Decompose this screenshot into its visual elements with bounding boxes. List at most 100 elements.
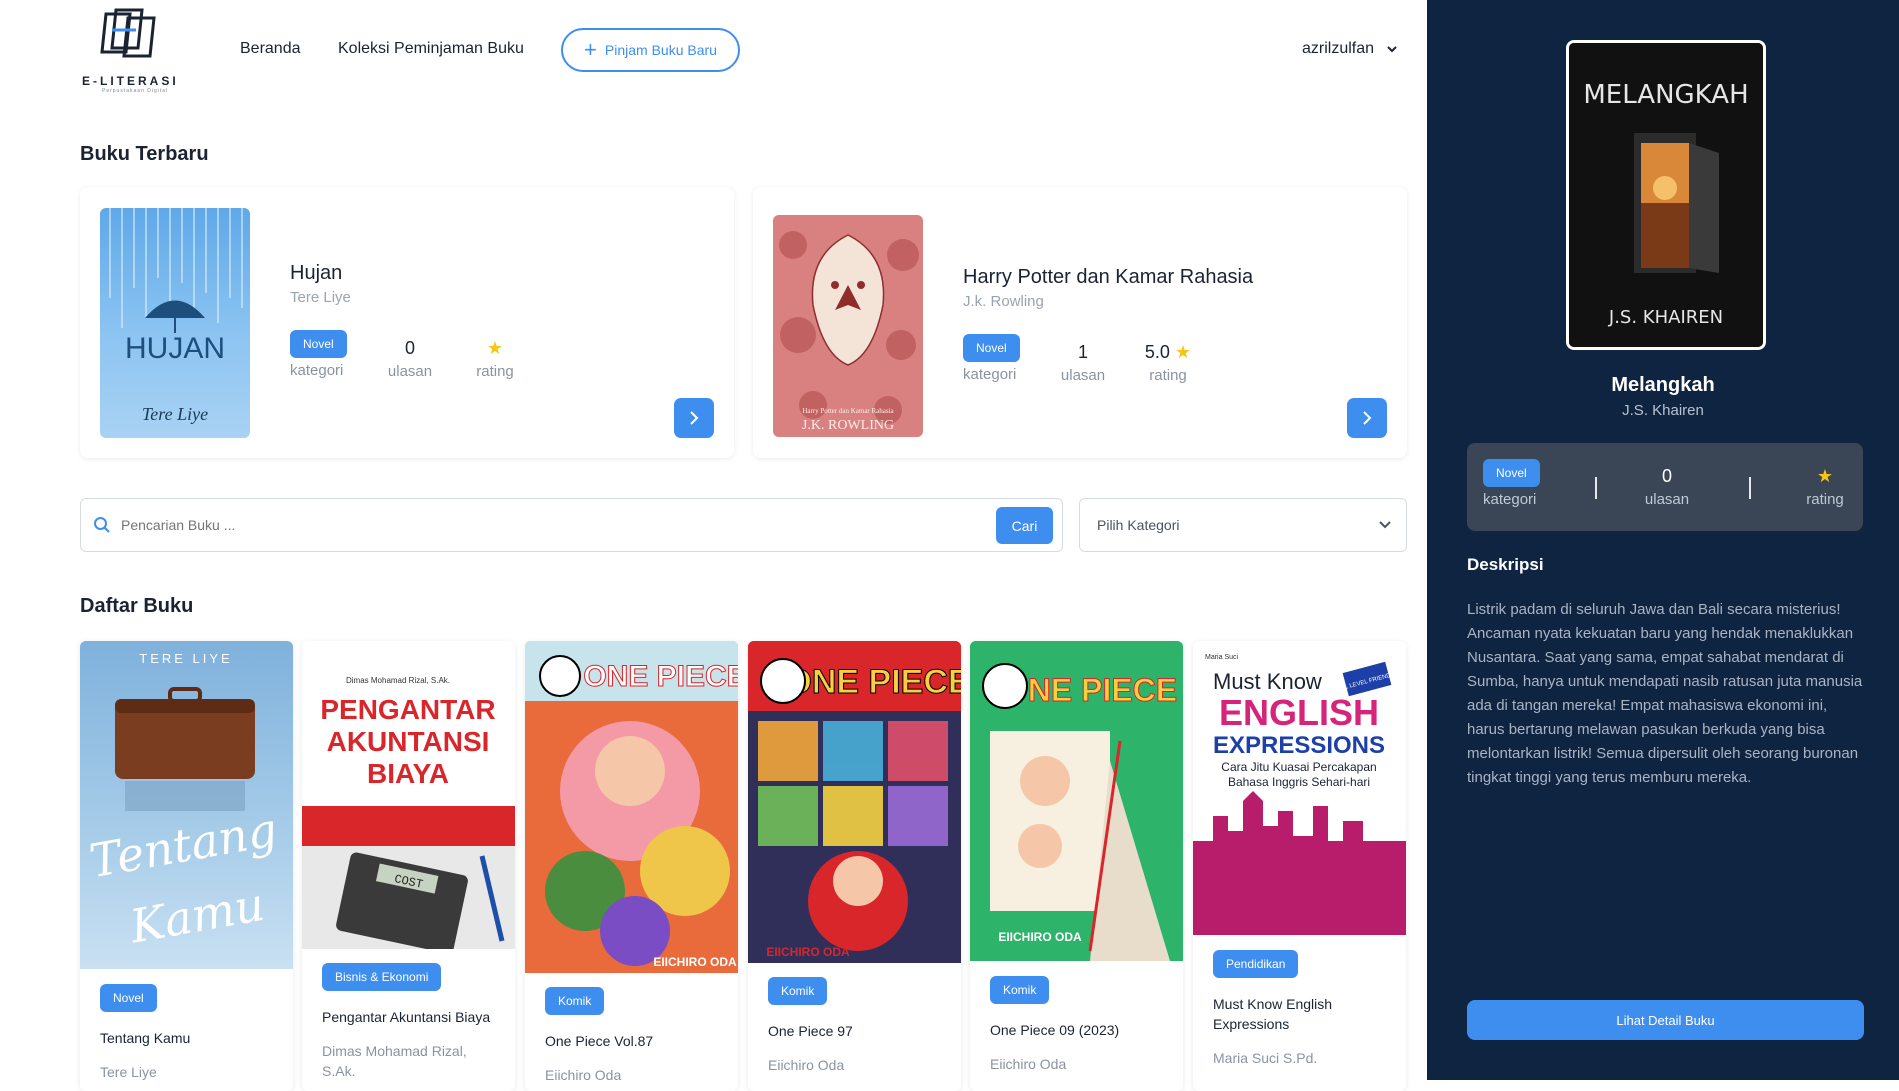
category-badge: Bisnis & Ekonomi <box>322 963 442 991</box>
book-info: Novel Tentang Kamu Tere Liye <box>100 984 280 1082</box>
category-stat: Novel kategori <box>963 334 1020 383</box>
nav-beranda[interactable]: Beranda <box>240 40 301 58</box>
reviews-stat: 1 ulasan <box>1058 339 1108 384</box>
tentang-kamu-cover-art: TERE LIYE Tentang Kamu <box>85 651 280 954</box>
main-content: E-LITERASI Perpustakaan Digital Beranda … <box>0 0 1427 1091</box>
tentang-cover-title1: Tentang <box>85 802 280 888</box>
chevron-down-icon <box>1387 46 1397 53</box>
detail-book-title: Melangkah <box>1611 374 1715 396</box>
book-card[interactable]: TERE LIYE Tentang Kamu Novel Tentang Kam… <box>80 641 293 1091</box>
book-cover: ONE PIECE EIICHIRO ODA <box>748 641 961 963</box>
detail-book-cover: MELANGKAH J.S. KHAIREN <box>1566 40 1766 350</box>
book-title: Harry Potter dan Kamar Rahasia <box>963 266 1254 288</box>
category-badge: Novel <box>290 330 347 358</box>
book-cover: TERE LIYE Tentang Kamu <box>80 641 293 969</box>
book-title: Tentang Kamu <box>100 1030 191 1046</box>
user-menu[interactable]: azrilzulfan <box>1302 40 1398 58</box>
reviews-stat: 0 ulasan <box>385 335 435 380</box>
op97-cover-author: EIICHIRO ODA <box>766 945 850 959</box>
logo-subtext: Perpustakaan Digital <box>102 88 169 94</box>
category-badge: Novel <box>100 984 157 1012</box>
tentang-cover-title2: Kamu <box>125 877 268 954</box>
reviews-label: ulasan <box>1060 367 1106 384</box>
book-cover: ONE PIECE EIICHIRO ODA <box>525 641 738 973</box>
book-title: Pengantar Akuntansi Biaya <box>322 1009 491 1025</box>
latest-book-card[interactable]: Harry Potter dan Kamar Rahasia J.K. ROWL… <box>753 187 1407 458</box>
detail-reviews-label: ulasan <box>1644 491 1690 508</box>
book-info: Pendidikan Must Know English Expressions… <box>1213 950 1393 1068</box>
book-info: Bisnis & Ekonomi Pengantar Akuntansi Bia… <box>322 963 502 1081</box>
logo-icon <box>100 8 156 58</box>
search-button[interactable]: Cari <box>996 507 1053 544</box>
search-input[interactable] <box>121 499 861 551</box>
op09-cover-title: ONE PIECE <box>1003 672 1177 708</box>
book-card[interactable]: ONE PIECE EIICHIRO ODA Komik One Piece 9… <box>748 641 961 1091</box>
akuntansi-cover-title3: BIAYA <box>367 758 449 789</box>
hujan-cover-title: HUJAN <box>125 332 225 365</box>
book-author: Eiichiro Oda <box>545 1067 622 1083</box>
book-detail-panel: MELANGKAH J.S. KHAIREN Melangkah J.S. Kh… <box>1427 0 1899 1080</box>
chevron-right-icon <box>690 411 699 425</box>
plus-icon: + <box>584 37 597 62</box>
book-info: Komik One Piece 09 (2023) Eiichiro Oda <box>990 976 1170 1074</box>
category-label: kategori <box>290 362 344 379</box>
rating-label: rating <box>476 363 514 380</box>
book-card[interactable]: Dimas Mohamad Rizal, S.Ak. PENGANTAR AKU… <box>302 641 515 1091</box>
category-badge: Pendidikan <box>1213 950 1299 978</box>
book-author: Eiichiro Oda <box>768 1057 845 1073</box>
book-author: Tere Liye <box>290 289 351 306</box>
detail-category-label: kategori <box>1483 491 1537 508</box>
hp-cover-art: Harry Potter dan Kamar Rahasia J.K. ROWL… <box>773 215 923 437</box>
latest-books-heading: Buku Terbaru <box>80 143 209 165</box>
category-badge: Komik <box>768 977 828 1005</box>
description-heading: Deskripsi <box>1467 555 1544 574</box>
rating-value: 5.0 <box>1144 342 1170 362</box>
search-bar: Cari <box>80 498 1063 552</box>
latest-book-card[interactable]: HUJAN Tere Liye Hujan Tere Liye Novel ka… <box>80 187 734 458</box>
english-cover-line2: ENGLISH <box>1219 692 1379 733</box>
category-stat: Novel kategori <box>290 330 347 379</box>
stat-divider <box>1595 477 1597 499</box>
book-title: One Piece Vol.87 <box>545 1033 654 1049</box>
rating-stat: 5.0 ★ rating <box>1133 339 1203 384</box>
op87-cover-author: EIICHIRO ODA <box>653 955 737 969</box>
book-cover: HUJAN Tere Liye <box>100 208 250 438</box>
detail-rating-stat: ★ rating <box>1797 463 1853 508</box>
category-select[interactable]: Pilih Kategori <box>1079 498 1407 552</box>
reviews-label: ulasan <box>387 363 433 380</box>
open-book-button[interactable] <box>1347 398 1387 438</box>
akuntansi-cover-art: Dimas Mohamad Rizal, S.Ak. PENGANTAR AKU… <box>302 676 515 949</box>
chevron-down-icon <box>1379 521 1391 529</box>
hp-cover-subtitle: Harry Potter dan Kamar Rahasia <box>802 407 894 415</box>
melangkah-cover-art: MELANGKAH J.S. KHAIREN <box>1569 43 1763 347</box>
star-icon: ★ <box>486 338 504 358</box>
nav-koleksi-peminjaman[interactable]: Koleksi Peminjaman Buku <box>338 40 524 58</box>
book-card[interactable]: Maria Suci Must Know ALL LEVEL FRIENDLY … <box>1193 641 1406 1091</box>
reviews-count: 1 <box>1077 342 1088 362</box>
book-info: Komik One Piece 97 Eiichiro Oda <box>768 977 948 1075</box>
detail-stats: Novel kategori 0 ulasan ★ rating <box>1467 443 1863 531</box>
view-book-detail-button[interactable]: Lihat Detail Buku <box>1467 1000 1864 1040</box>
book-card[interactable]: ONE PIECE EIICHIRO ODA Komik One Piece V… <box>525 641 738 1091</box>
tentang-cover-author: TERE LIYE <box>139 651 232 666</box>
open-book-button[interactable] <box>674 398 714 438</box>
category-badge: Novel <box>963 334 1020 362</box>
hujan-cover-author: Tere Liye <box>142 404 208 424</box>
logo[interactable]: E-LITERASI Perpustakaan Digital <box>80 8 184 94</box>
book-title: Hujan <box>290 262 343 284</box>
book-author: Maria Suci S.Pd. <box>1213 1050 1318 1066</box>
star-icon: ★ <box>1816 466 1834 486</box>
search-icon <box>94 517 110 533</box>
pinjam-buku-baru-button[interactable]: + Pinjam Buku Baru <box>561 28 740 72</box>
book-card[interactable]: ONE PIECE EIICHIRO ODA Komik One Piece 0… <box>970 641 1183 1091</box>
book-cover: Harry Potter dan Kamar Rahasia J.K. ROWL… <box>773 215 923 437</box>
stat-divider <box>1749 477 1751 499</box>
hujan-cover-art: HUJAN Tere Liye <box>109 208 243 424</box>
category-select-label: Pilih Kategori <box>1097 517 1180 533</box>
book-info: Komik One Piece Vol.87 Eiichiro Oda <box>545 987 725 1085</box>
detail-category-badge: Novel <box>1483 459 1540 487</box>
detail-reviews-count: 0 <box>1661 466 1672 486</box>
op09-cover-author: EIICHIRO ODA <box>998 930 1082 944</box>
book-author: Dimas Mohamad Rizal, S.Ak. <box>322 1043 467 1079</box>
detail-rating-label: rating <box>1806 491 1844 508</box>
